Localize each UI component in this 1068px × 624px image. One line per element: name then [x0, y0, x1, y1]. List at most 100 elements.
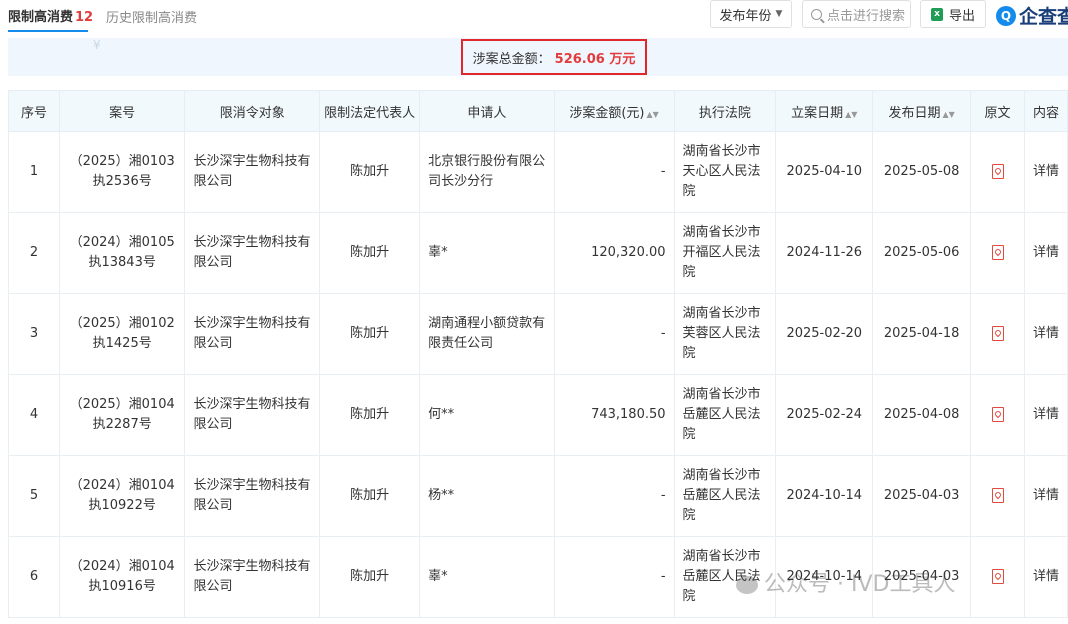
- top-bar: 限制高消费 12 历史限制高消费 发布年份 ▼ 点击进行搜索 x 导出 Q 企查查: [0, 0, 1068, 34]
- case-number-link[interactable]: （2025）湘0102执1425号: [58, 293, 186, 375]
- amount-cell: -: [553, 536, 675, 618]
- detail-link[interactable]: 详情: [1023, 455, 1068, 537]
- case-number-link[interactable]: （2024）湘0104执10922号: [58, 455, 186, 537]
- pdf-icon[interactable]: [991, 488, 1004, 503]
- applicant-cell[interactable]: 湖南通程小额贷款有限责任公司: [419, 293, 555, 375]
- pdf-icon[interactable]: [991, 407, 1004, 422]
- original-pdf-cell: [970, 536, 1025, 618]
- applicant-cell: 辜*: [419, 212, 555, 294]
- publish-date-cell: 2025-04-08: [872, 374, 972, 456]
- total-amount-summary: 涉案总金额： 526.06 万元: [461, 39, 647, 75]
- total-amount-value: 526.06 万元: [554, 51, 636, 67]
- export-label: 导出: [948, 8, 975, 24]
- row-index: 4: [8, 374, 60, 456]
- header-amount[interactable]: 涉案金额(元) ▲▼: [553, 90, 675, 132]
- pdf-icon[interactable]: [991, 326, 1004, 341]
- amount-cell: -: [553, 455, 675, 537]
- court-cell: 湖南省长沙市岳麓区人民法院: [673, 455, 777, 537]
- sort-icon: ▲▼: [646, 109, 659, 119]
- detail-link[interactable]: 详情: [1023, 293, 1068, 375]
- target-company-link[interactable]: 长沙深宇生物科技有限公司: [184, 455, 321, 537]
- publish-date-cell: 2025-04-03: [872, 455, 972, 537]
- original-pdf-cell: [970, 212, 1025, 294]
- header-applicant: 申请人: [419, 90, 555, 132]
- brand-name: 企查查: [1019, 6, 1068, 28]
- pdf-icon[interactable]: [991, 164, 1004, 179]
- publish-date-cell: 2025-05-08: [872, 131, 972, 213]
- table-row: 4 （2025）湘0104执2287号 长沙深宇生物科技有限公司 陈加升 何** 743,…: [8, 374, 1068, 456]
- sort-icon: ▲▼: [942, 109, 955, 119]
- row-index: 1: [8, 131, 60, 213]
- court-cell: 湖南省长沙市芙蓉区人民法院: [673, 293, 777, 375]
- applicant-cell[interactable]: 北京银行股份有限公司长沙分行: [419, 131, 555, 213]
- search-input[interactable]: 点击进行搜索: [802, 0, 911, 28]
- court-cell: 湖南省长沙市天心区人民法院: [673, 131, 777, 213]
- original-pdf-cell: [970, 293, 1025, 375]
- legal-rep-link[interactable]: 陈加升: [319, 212, 421, 294]
- watermark: 公众号 · IVD工具人: [736, 566, 955, 598]
- publish-date-cell: 2025-04-18: [872, 293, 972, 375]
- court-cell: 湖南省长沙市岳麓区人民法院: [673, 374, 777, 456]
- pdf-icon[interactable]: [991, 569, 1004, 584]
- search-icon: [811, 8, 822, 20]
- legal-rep-link[interactable]: 陈加升: [319, 131, 421, 213]
- detail-link[interactable]: 详情: [1023, 212, 1068, 294]
- chevron-down-icon: ▼: [775, 9, 783, 19]
- applicant-cell: 何**: [419, 374, 555, 456]
- row-index: 6: [8, 536, 60, 618]
- case-number-link[interactable]: （2024）湘0105执13843号: [58, 212, 186, 294]
- legal-rep-link[interactable]: 陈加升: [319, 293, 421, 375]
- header-publish-date[interactable]: 发布日期 ▲▼: [872, 90, 972, 132]
- header-original: 原文: [970, 90, 1025, 132]
- court-cell: 湖南省长沙市开福区人民法院: [673, 212, 777, 294]
- qcc-logo-icon: Q: [996, 5, 1016, 26]
- publish-year-dropdown[interactable]: 发布年份 ▼: [710, 0, 792, 28]
- filed-date-cell: 2025-02-20: [775, 293, 874, 375]
- excel-icon: x: [930, 7, 943, 21]
- table-row: 5 （2024）湘0104执10922号 长沙深宇生物科技有限公司 陈加升 杨** - 湖南…: [8, 455, 1068, 537]
- brand-logo: Q 企查查: [996, 2, 1068, 29]
- case-number-link[interactable]: （2024）湘0104执10916号: [58, 536, 186, 618]
- detail-link[interactable]: 详情: [1023, 374, 1068, 456]
- row-index: 2: [8, 212, 60, 294]
- export-button[interactable]: x 导出: [920, 0, 986, 28]
- tab-restricted-consumption[interactable]: 限制高消费 12: [8, 6, 93, 25]
- header-court: 执行法院: [673, 90, 777, 132]
- case-number-link[interactable]: （2025）湘0103执2536号: [58, 131, 186, 213]
- row-index: 5: [8, 455, 60, 537]
- restriction-table: 序号 案号 限消令对象 限制法定代表人 申请人 涉案金额(元) ▲▼ 执行法院 立…: [8, 90, 1068, 618]
- sort-icon: ▲▼: [845, 109, 858, 119]
- legal-rep-link[interactable]: 陈加升: [319, 536, 421, 618]
- applicant-cell: 辜*: [419, 536, 555, 618]
- amount-cell: -: [553, 293, 675, 375]
- target-company-link[interactable]: 长沙深宇生物科技有限公司: [184, 374, 321, 456]
- tab-history-restricted-consumption[interactable]: 历史限制高消费: [106, 7, 197, 26]
- original-pdf-cell: [970, 455, 1025, 537]
- row-index: 3: [8, 293, 60, 375]
- target-company-link[interactable]: 长沙深宇生物科技有限公司: [184, 131, 321, 213]
- header-case-number: 案号: [58, 90, 186, 132]
- filed-date-cell: 2025-04-10: [775, 131, 874, 213]
- header-index: 序号: [8, 90, 60, 132]
- amount-cell: 120,320.00: [553, 212, 675, 294]
- filed-date-cell: 2025-02-24: [775, 374, 874, 456]
- target-company-link[interactable]: 长沙深宇生物科技有限公司: [184, 293, 321, 375]
- target-company-link[interactable]: 长沙深宇生物科技有限公司: [184, 212, 321, 294]
- target-company-link[interactable]: 长沙深宇生物科技有限公司: [184, 536, 321, 618]
- table-row: 2 （2024）湘0105执13843号 长沙深宇生物科技有限公司 陈加升 辜* 120,…: [8, 212, 1068, 294]
- search-placeholder: 点击进行搜索: [827, 8, 906, 24]
- amount-cell: 743,180.50: [553, 374, 675, 456]
- table-header-row: 序号 案号 限消令对象 限制法定代表人 申请人 涉案金额(元) ▲▼ 执行法院 立…: [8, 90, 1068, 132]
- pdf-icon[interactable]: [991, 245, 1004, 260]
- case-number-link[interactable]: （2025）湘0104执2287号: [58, 374, 186, 456]
- active-tab-indicator: [8, 30, 88, 32]
- detail-link[interactable]: 详情: [1023, 536, 1068, 618]
- filed-date-cell: 2024-10-14: [775, 455, 874, 537]
- header-filed-date[interactable]: 立案日期 ▲▼: [775, 90, 874, 132]
- watermark-text: 公众号 · IVD工具人: [764, 572, 956, 597]
- legal-rep-link[interactable]: 陈加升: [319, 455, 421, 537]
- legal-rep-link[interactable]: 陈加升: [319, 374, 421, 456]
- original-pdf-cell: [970, 374, 1025, 456]
- original-pdf-cell: [970, 131, 1025, 213]
- detail-link[interactable]: 详情: [1023, 131, 1068, 213]
